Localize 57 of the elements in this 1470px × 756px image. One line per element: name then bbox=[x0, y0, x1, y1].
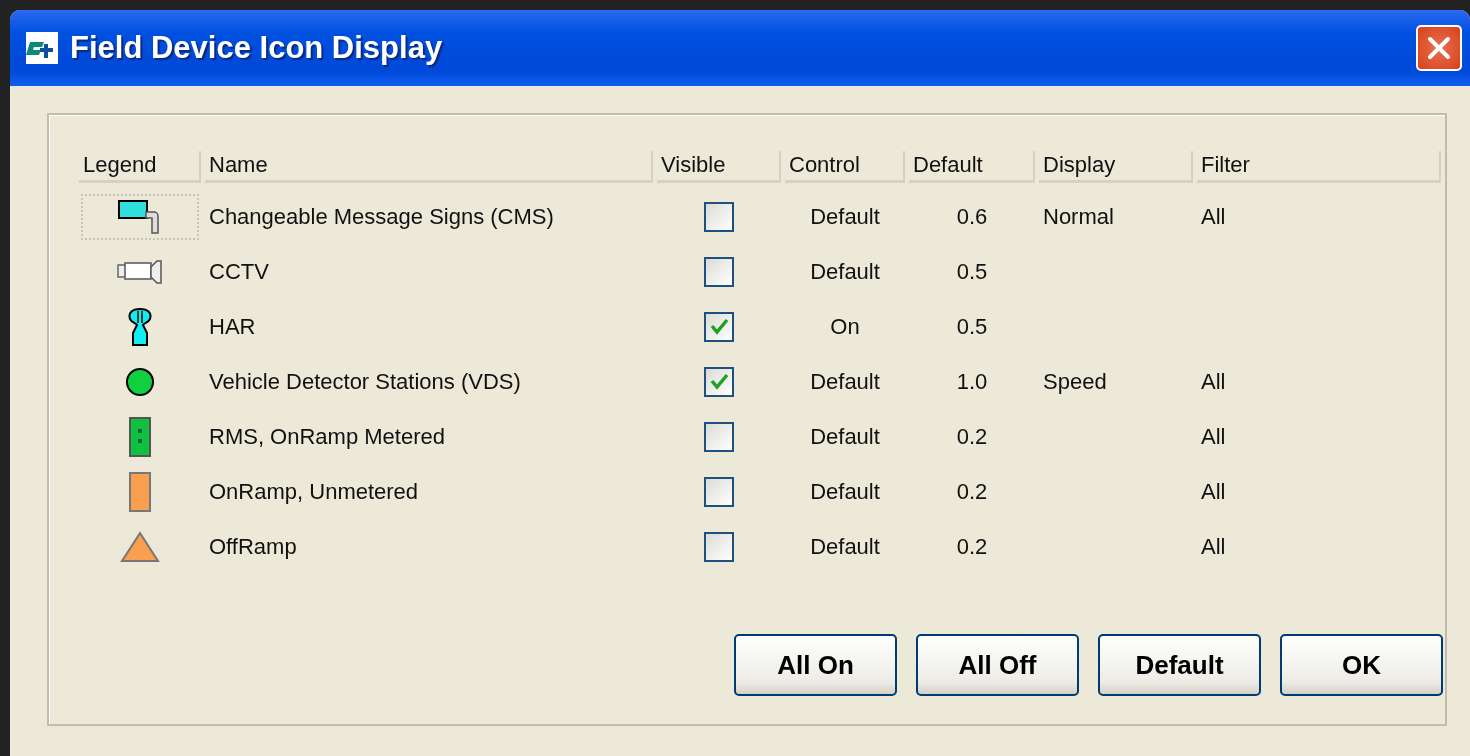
visible-checkbox[interactable] bbox=[704, 256, 734, 287]
visible-checkbox[interactable] bbox=[704, 531, 734, 562]
table-cell: All bbox=[1201, 533, 1226, 560]
dialog-button[interactable]: OK bbox=[1280, 634, 1443, 696]
table-cell: 0.2 bbox=[956, 478, 988, 505]
visible-checkbox[interactable] bbox=[704, 421, 734, 452]
table-cell: 0.2 bbox=[956, 423, 988, 450]
table-cell: All bbox=[1201, 368, 1226, 395]
table-cell: Speed bbox=[1043, 368, 1107, 395]
table-cell: Default bbox=[810, 423, 880, 450]
meter-icon bbox=[129, 416, 151, 457]
table-cell: Default bbox=[810, 478, 880, 505]
visible-checkbox[interactable] bbox=[704, 366, 734, 397]
visible-checkbox[interactable] bbox=[704, 311, 734, 342]
table-cell: All bbox=[1201, 478, 1226, 505]
column-header[interactable]: Visible bbox=[657, 151, 781, 183]
column-header[interactable]: Legend bbox=[79, 151, 201, 183]
dialog-button[interactable]: All On bbox=[734, 634, 897, 696]
dialog-button[interactable]: All Off bbox=[916, 634, 1079, 696]
table-cell: Default bbox=[810, 368, 880, 395]
table-cell: Changeable Message Signs (CMS) bbox=[209, 203, 554, 230]
table-cell: Default bbox=[810, 203, 880, 230]
table-cell: CCTV bbox=[209, 258, 269, 285]
table-cell: HAR bbox=[209, 313, 256, 340]
close-button[interactable] bbox=[1416, 25, 1462, 71]
triangle-icon bbox=[120, 530, 160, 563]
sign-icon bbox=[118, 199, 162, 234]
table-cell: All bbox=[1201, 203, 1226, 230]
legend-cell[interactable] bbox=[81, 193, 199, 240]
table-cell: On bbox=[830, 313, 860, 340]
visible-checkbox[interactable] bbox=[704, 201, 734, 232]
table-cell: 0.6 bbox=[956, 203, 988, 230]
window-title: Field Device Icon Display bbox=[70, 30, 444, 66]
visible-checkbox[interactable] bbox=[704, 476, 734, 507]
table-cell: Normal bbox=[1043, 203, 1114, 230]
table-cell: OffRamp bbox=[209, 533, 297, 560]
table-cell: All bbox=[1201, 423, 1226, 450]
table-cell: 1.0 bbox=[956, 368, 988, 395]
dialog-button[interactable]: Default bbox=[1098, 634, 1261, 696]
table-cell: RMS, OnRamp Metered bbox=[209, 423, 445, 450]
column-header[interactable]: Display bbox=[1039, 151, 1193, 183]
close-icon bbox=[1425, 34, 1453, 62]
table-cell: Default bbox=[810, 533, 880, 560]
table-cell: Default bbox=[810, 258, 880, 285]
rectangle-icon bbox=[129, 471, 151, 512]
table-cell: 0.2 bbox=[956, 533, 988, 560]
circle-icon bbox=[125, 366, 155, 397]
table-cell: 0.5 bbox=[956, 258, 988, 285]
app-icon bbox=[26, 32, 58, 64]
table-cell: 0.5 bbox=[956, 313, 988, 340]
column-header[interactable]: Name bbox=[205, 151, 653, 183]
table-cell: OnRamp, Unmetered bbox=[209, 478, 419, 505]
column-header[interactable]: Default bbox=[909, 151, 1035, 183]
table-cell: Vehicle Detector Stations (VDS) bbox=[209, 368, 521, 395]
column-header[interactable]: Control bbox=[785, 151, 905, 183]
column-header[interactable]: Filter bbox=[1197, 151, 1441, 183]
camera-icon bbox=[117, 258, 163, 285]
